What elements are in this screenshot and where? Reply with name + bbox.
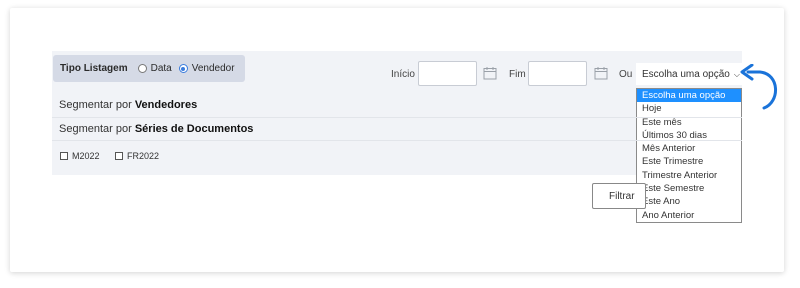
segment-series-prefix: Segmentar por bbox=[59, 123, 135, 135]
end-date-label: Fim bbox=[509, 69, 526, 80]
radio-data-circle[interactable] bbox=[137, 64, 147, 73]
dropdown-option[interactable]: Escolha uma opção bbox=[637, 89, 741, 103]
radio-data-label: Data bbox=[150, 63, 172, 74]
start-date-input[interactable] bbox=[418, 61, 477, 86]
calendar-icon[interactable] bbox=[594, 66, 608, 80]
period-select[interactable]: Escolha uma opção ⌵ bbox=[636, 63, 744, 85]
dropdown-option[interactable]: Este Ano bbox=[637, 195, 741, 208]
radio-vendedor-label: Vendedor bbox=[191, 63, 235, 74]
start-date-label: Início bbox=[391, 69, 415, 80]
calendar-icon[interactable] bbox=[483, 66, 497, 80]
dropdown-option[interactable]: Mês Anterior bbox=[637, 142, 741, 155]
listing-type-title: Tipo Listagem bbox=[60, 63, 128, 74]
filter-button[interactable]: Filtrar bbox=[592, 183, 646, 209]
radio-vendedor[interactable]: Vendedor bbox=[178, 63, 235, 74]
dropdown-option[interactable]: Trimestre Anterior bbox=[637, 169, 741, 182]
or-label: Ou bbox=[619, 69, 633, 80]
dropdown-option[interactable]: Ano Anterior bbox=[637, 209, 741, 222]
listing-type-group: Tipo Listagem Data Vendedor bbox=[53, 55, 245, 82]
segment-vendors-label: Vendedores bbox=[134, 99, 198, 111]
dropdown-option[interactable]: Este Trimestre bbox=[637, 155, 741, 168]
period-dropdown-list: Escolha uma opção Hoje Este mês Últimos … bbox=[636, 88, 742, 223]
segment-series[interactable]: Segmentar por Séries de Documentos bbox=[59, 123, 253, 135]
dropdown-option[interactable]: Este Semestre bbox=[637, 182, 741, 195]
checkbox-m2022[interactable]: M2022 bbox=[60, 151, 100, 161]
checkbox-box[interactable] bbox=[115, 152, 123, 160]
checkbox-fr2022[interactable]: FR2022 bbox=[115, 151, 159, 161]
divider bbox=[52, 140, 742, 141]
divider bbox=[52, 117, 742, 118]
segment-series-label: Séries de Documentos bbox=[134, 123, 254, 135]
curved-arrow-icon bbox=[740, 64, 777, 110]
checkbox-label: FR2022 bbox=[127, 151, 160, 161]
segment-vendors-prefix: Segmentar por bbox=[59, 99, 135, 111]
end-date-input[interactable] bbox=[528, 61, 587, 86]
period-select-value: Escolha uma opção bbox=[642, 68, 730, 80]
dropdown-option[interactable]: Hoje bbox=[637, 102, 741, 115]
checkbox-box[interactable] bbox=[60, 152, 68, 160]
radio-data[interactable]: Data bbox=[137, 63, 172, 74]
checkbox-label: M2022 bbox=[72, 151, 100, 161]
radio-vendedor-circle[interactable] bbox=[178, 64, 188, 73]
segment-vendors[interactable]: Segmentar por Vendedores bbox=[59, 99, 197, 111]
